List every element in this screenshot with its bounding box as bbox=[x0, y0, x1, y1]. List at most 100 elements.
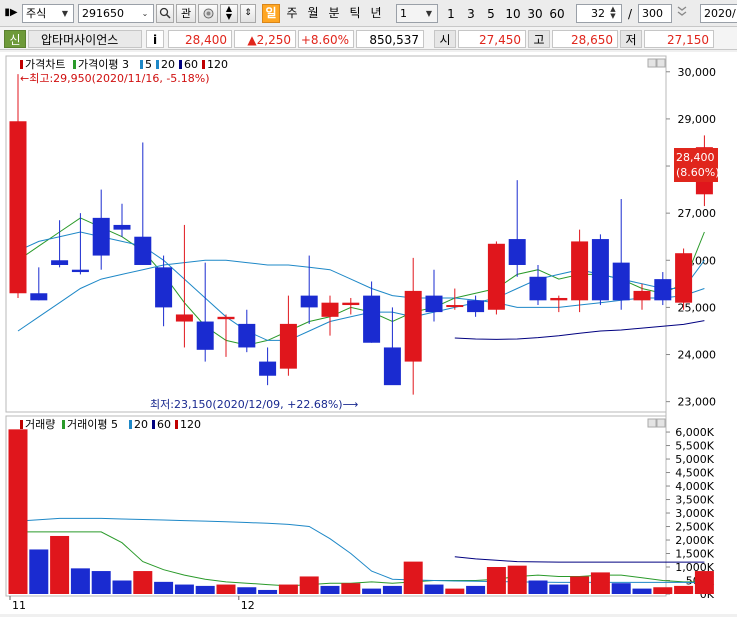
price-panel-max-button[interactable] bbox=[647, 58, 657, 68]
open-price: 27,450 bbox=[458, 30, 526, 48]
period-tab-month[interactable]: 월 bbox=[304, 4, 322, 23]
stepper-button[interactable]: ▲ ▼ bbox=[220, 4, 238, 23]
candle-body bbox=[300, 295, 318, 308]
candle-body bbox=[487, 243, 505, 310]
interval-10[interactable]: 10 bbox=[502, 5, 524, 23]
price-min-annotation: 최저:23,150(2020/12/09, +22.68%)⟶ bbox=[150, 398, 359, 411]
volume-bar bbox=[133, 571, 153, 594]
candle-body bbox=[113, 224, 131, 230]
volume-bar bbox=[50, 535, 70, 594]
candle-body bbox=[196, 321, 214, 350]
candle-body bbox=[404, 290, 422, 362]
chevron-down-icon: ▼ bbox=[425, 9, 433, 18]
volume-bar bbox=[486, 567, 506, 594]
chart-toolbar: ▮▶ 주식 ▼ 291650 ⌄ 관 ▲ ▼ ⇕ 일 주 월 분 틱 년 1 ▼ … bbox=[0, 0, 737, 27]
market-select-value: 주식 bbox=[26, 7, 47, 20]
volume-panel-close-button[interactable] bbox=[656, 418, 666, 428]
candle-body bbox=[134, 236, 152, 265]
candle-body bbox=[550, 297, 568, 301]
scroll-button[interactable]: ⇕ bbox=[240, 4, 256, 23]
period-tab-day[interactable]: 일 bbox=[262, 4, 280, 23]
total-count-input[interactable]: 300 bbox=[638, 4, 672, 23]
price-tick-label: 24,000 bbox=[678, 349, 717, 362]
volume-bar bbox=[362, 588, 382, 594]
candle-body bbox=[654, 279, 672, 301]
volume-tick-label: 1,500K bbox=[675, 548, 714, 561]
volume-tick-label: 2,500K bbox=[675, 521, 714, 534]
stock-code-input[interactable]: 291650 ⌄ bbox=[78, 4, 154, 23]
candle-body bbox=[383, 347, 401, 386]
volume-bar bbox=[341, 583, 361, 594]
volume-bar bbox=[237, 587, 257, 594]
legend-label: 거래량 bbox=[25, 418, 55, 431]
candle-body bbox=[508, 239, 526, 265]
volume-tick-label: 5,500K bbox=[675, 440, 714, 453]
legend-label: 20 bbox=[134, 418, 148, 431]
spin-icon[interactable]: ▲ ▼ bbox=[606, 6, 620, 21]
legend-label: 120 bbox=[207, 58, 228, 71]
legend-swatch bbox=[20, 60, 23, 69]
volume-bar bbox=[445, 588, 465, 594]
price-tick-label: 27,000 bbox=[678, 207, 717, 220]
interval-3[interactable]: 3 bbox=[462, 5, 480, 23]
total-count-value: 300 bbox=[642, 7, 663, 20]
candle-body bbox=[238, 323, 256, 348]
volume-tick-label: 3,500K bbox=[675, 494, 714, 507]
legend-swatch bbox=[152, 420, 155, 429]
volume-bar bbox=[403, 561, 423, 594]
candle-body bbox=[675, 253, 693, 303]
market-select[interactable]: 주식 ▼ bbox=[22, 4, 74, 23]
period-tab-minute[interactable]: 분 bbox=[325, 4, 343, 23]
info-button[interactable]: i bbox=[146, 30, 164, 48]
date-input[interactable]: 2020/ bbox=[700, 4, 737, 23]
volume-bar bbox=[195, 585, 215, 594]
price-panel-close-button[interactable] bbox=[656, 58, 666, 68]
stock-name: 압타머사이언스 bbox=[28, 30, 142, 48]
interval-30[interactable]: 30 bbox=[524, 5, 546, 23]
candle-body bbox=[279, 323, 297, 369]
legend-label: 60 bbox=[184, 58, 198, 71]
volume-bar bbox=[278, 584, 298, 594]
candle-body bbox=[446, 305, 464, 308]
interval-5[interactable]: 5 bbox=[482, 5, 500, 23]
period-tab-week[interactable]: 주 bbox=[283, 4, 301, 23]
listing-tag: 신 bbox=[4, 30, 26, 48]
candle-body bbox=[612, 262, 630, 301]
volume-bar bbox=[632, 588, 652, 594]
volume-bar bbox=[570, 576, 590, 594]
window-menu-button[interactable]: ▮▶ bbox=[2, 4, 20, 23]
settings-button[interactable] bbox=[198, 4, 218, 23]
display-count-input[interactable]: 32 ▲ ▼ bbox=[576, 4, 622, 23]
legend-swatch bbox=[140, 60, 143, 69]
watchlist-button[interactable]: 관 bbox=[176, 4, 196, 23]
volume-panel-max-button[interactable] bbox=[647, 418, 657, 428]
volume-bar bbox=[8, 429, 28, 594]
fit-button[interactable] bbox=[674, 4, 690, 23]
interval-60[interactable]: 60 bbox=[546, 5, 568, 23]
volume-value: 850,537 bbox=[356, 30, 424, 48]
chart-area[interactable]: 30,00029,00028,00027,00026,00025,00024,0… bbox=[0, 52, 737, 614]
candle-body bbox=[259, 361, 277, 376]
period-tab-tick[interactable]: 틱 bbox=[346, 4, 364, 23]
stock-code-value: 291650 bbox=[82, 7, 124, 20]
legend-label: 거래이평 5 bbox=[67, 418, 118, 431]
volume-bar bbox=[29, 549, 49, 594]
interval-1[interactable]: 1 bbox=[442, 5, 460, 23]
high-price: 28,650 bbox=[552, 30, 618, 48]
interval-select-value: 1 bbox=[400, 7, 407, 20]
gear-icon bbox=[203, 8, 213, 19]
search-button[interactable] bbox=[156, 4, 174, 23]
volume-bar bbox=[382, 585, 402, 594]
volume-bar bbox=[174, 584, 194, 594]
date-input-value: 2020/ bbox=[704, 7, 736, 20]
volume-tick-label: 6,000K bbox=[675, 426, 714, 439]
period-tab-year[interactable]: 년 bbox=[367, 4, 385, 23]
last-price-label: 28,400 bbox=[676, 151, 715, 164]
interval-select[interactable]: 1 ▼ bbox=[396, 4, 438, 23]
volume-bar bbox=[299, 576, 319, 594]
legend-label: 60 bbox=[157, 418, 171, 431]
candlestick-chart[interactable]: 30,00029,00028,00027,00026,00025,00024,0… bbox=[0, 52, 737, 614]
high-label: 고 bbox=[528, 30, 550, 48]
volume-bar bbox=[216, 584, 236, 594]
volume-bar bbox=[528, 580, 548, 594]
